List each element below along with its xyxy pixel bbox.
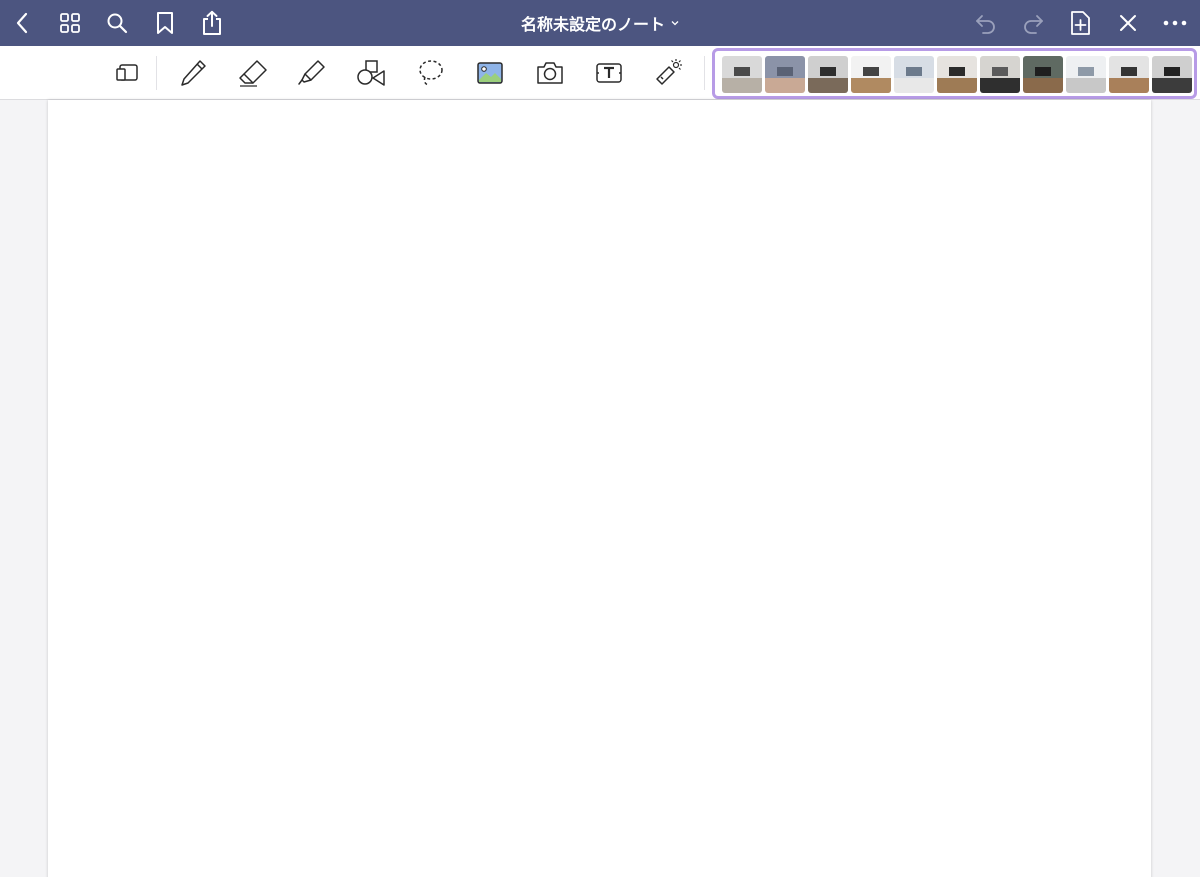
close-icon bbox=[1120, 15, 1136, 31]
highlighter-tool[interactable] bbox=[289, 46, 335, 100]
camera-icon bbox=[537, 62, 563, 84]
page-layout-button[interactable] bbox=[105, 46, 151, 100]
shapes-tool[interactable] bbox=[348, 46, 394, 100]
thumbnail-object bbox=[1078, 67, 1094, 76]
thumbnail-desk bbox=[1023, 78, 1063, 93]
lasso-tool[interactable] bbox=[408, 46, 454, 100]
image-icon bbox=[477, 62, 503, 84]
image-thumbnail[interactable] bbox=[722, 56, 762, 93]
thumbnail-object bbox=[1164, 67, 1180, 76]
thumbnail-object bbox=[863, 67, 879, 76]
image-thumbnail[interactable] bbox=[1066, 56, 1106, 93]
image-tool[interactable] bbox=[467, 46, 513, 100]
close-button[interactable] bbox=[1108, 0, 1148, 46]
page-layout-icon bbox=[116, 64, 138, 81]
bookmark-icon bbox=[157, 12, 173, 34]
bookmark-button[interactable] bbox=[145, 0, 185, 46]
more-button[interactable] bbox=[1155, 0, 1195, 46]
note-title-button[interactable]: 名称未設定のノート bbox=[521, 11, 679, 35]
thumbnail-object bbox=[777, 67, 793, 76]
thumbnail-desk bbox=[851, 78, 891, 93]
image-thumbnail[interactable] bbox=[1023, 56, 1063, 93]
image-thumbnail[interactable] bbox=[980, 56, 1020, 93]
search-button[interactable] bbox=[97, 0, 137, 46]
image-thumbnail[interactable] bbox=[851, 56, 891, 93]
thumbnail-object bbox=[820, 67, 836, 76]
text-box-tool[interactable] bbox=[586, 46, 632, 100]
toolbar-divider bbox=[704, 56, 705, 90]
thumbnail-desk bbox=[937, 78, 977, 93]
note-page-canvas[interactable] bbox=[48, 100, 1151, 877]
thumbnail-desk bbox=[765, 78, 805, 93]
image-thumbnail[interactable] bbox=[765, 56, 805, 93]
share-button[interactable] bbox=[192, 0, 232, 46]
thumbnail-desk bbox=[808, 78, 848, 93]
highlighter-icon bbox=[298, 60, 325, 85]
thumbnail-object bbox=[992, 67, 1008, 76]
back-icon bbox=[16, 12, 28, 34]
pen-icon bbox=[181, 60, 206, 86]
thumbnail-desk bbox=[894, 78, 934, 93]
redo-icon bbox=[1024, 15, 1043, 34]
thumbnail-desk bbox=[1066, 78, 1106, 93]
undo-icon bbox=[976, 15, 995, 34]
thumbnail-desk bbox=[722, 78, 762, 93]
note-title: 名称未設定のノート bbox=[520, 15, 665, 34]
thumbnail-desk bbox=[1152, 78, 1192, 93]
image-thumbnail[interactable] bbox=[1152, 56, 1192, 93]
laser-pointer-tool[interactable] bbox=[645, 46, 691, 100]
pen-tool[interactable] bbox=[170, 46, 216, 100]
back-button[interactable] bbox=[2, 0, 42, 46]
lasso-icon bbox=[419, 60, 443, 86]
thumbnail-object bbox=[1035, 67, 1051, 76]
camera-tool[interactable] bbox=[527, 46, 573, 100]
search-icon bbox=[107, 13, 128, 34]
thumbnails-button[interactable] bbox=[50, 0, 90, 46]
redo-button[interactable] bbox=[1013, 0, 1053, 46]
thumbnail-object bbox=[734, 67, 750, 76]
share-icon bbox=[203, 10, 221, 35]
eraser-tool[interactable] bbox=[230, 46, 276, 100]
thumbnail-desk bbox=[980, 78, 1020, 93]
more-icon bbox=[1163, 20, 1187, 26]
chevron-down-icon bbox=[671, 21, 679, 26]
notes-app: 名称未設定のノート bbox=[0, 0, 1200, 877]
image-thumbnail[interactable] bbox=[1109, 56, 1149, 93]
shapes-icon bbox=[357, 60, 385, 86]
add-page-icon bbox=[1071, 11, 1090, 35]
thumbnail-object bbox=[949, 67, 965, 76]
image-thumbnail[interactable] bbox=[937, 56, 977, 93]
text-box-icon bbox=[596, 63, 622, 83]
add-page-button[interactable] bbox=[1060, 0, 1100, 46]
thumbnail-object bbox=[906, 67, 922, 76]
image-thumbnail[interactable] bbox=[894, 56, 934, 93]
eraser-icon bbox=[239, 60, 267, 87]
thumbnail-object bbox=[1121, 67, 1137, 76]
undo-button[interactable] bbox=[966, 0, 1006, 46]
image-thumbnail-strip bbox=[712, 48, 1197, 99]
laser-pointer-icon bbox=[656, 59, 682, 85]
thumbnail-desk bbox=[1109, 78, 1149, 93]
toolbar-divider bbox=[156, 56, 157, 90]
grid-icon bbox=[60, 13, 80, 33]
image-thumbnail[interactable] bbox=[808, 56, 848, 93]
top-navigation-bar: 名称未設定のノート bbox=[0, 0, 1200, 46]
